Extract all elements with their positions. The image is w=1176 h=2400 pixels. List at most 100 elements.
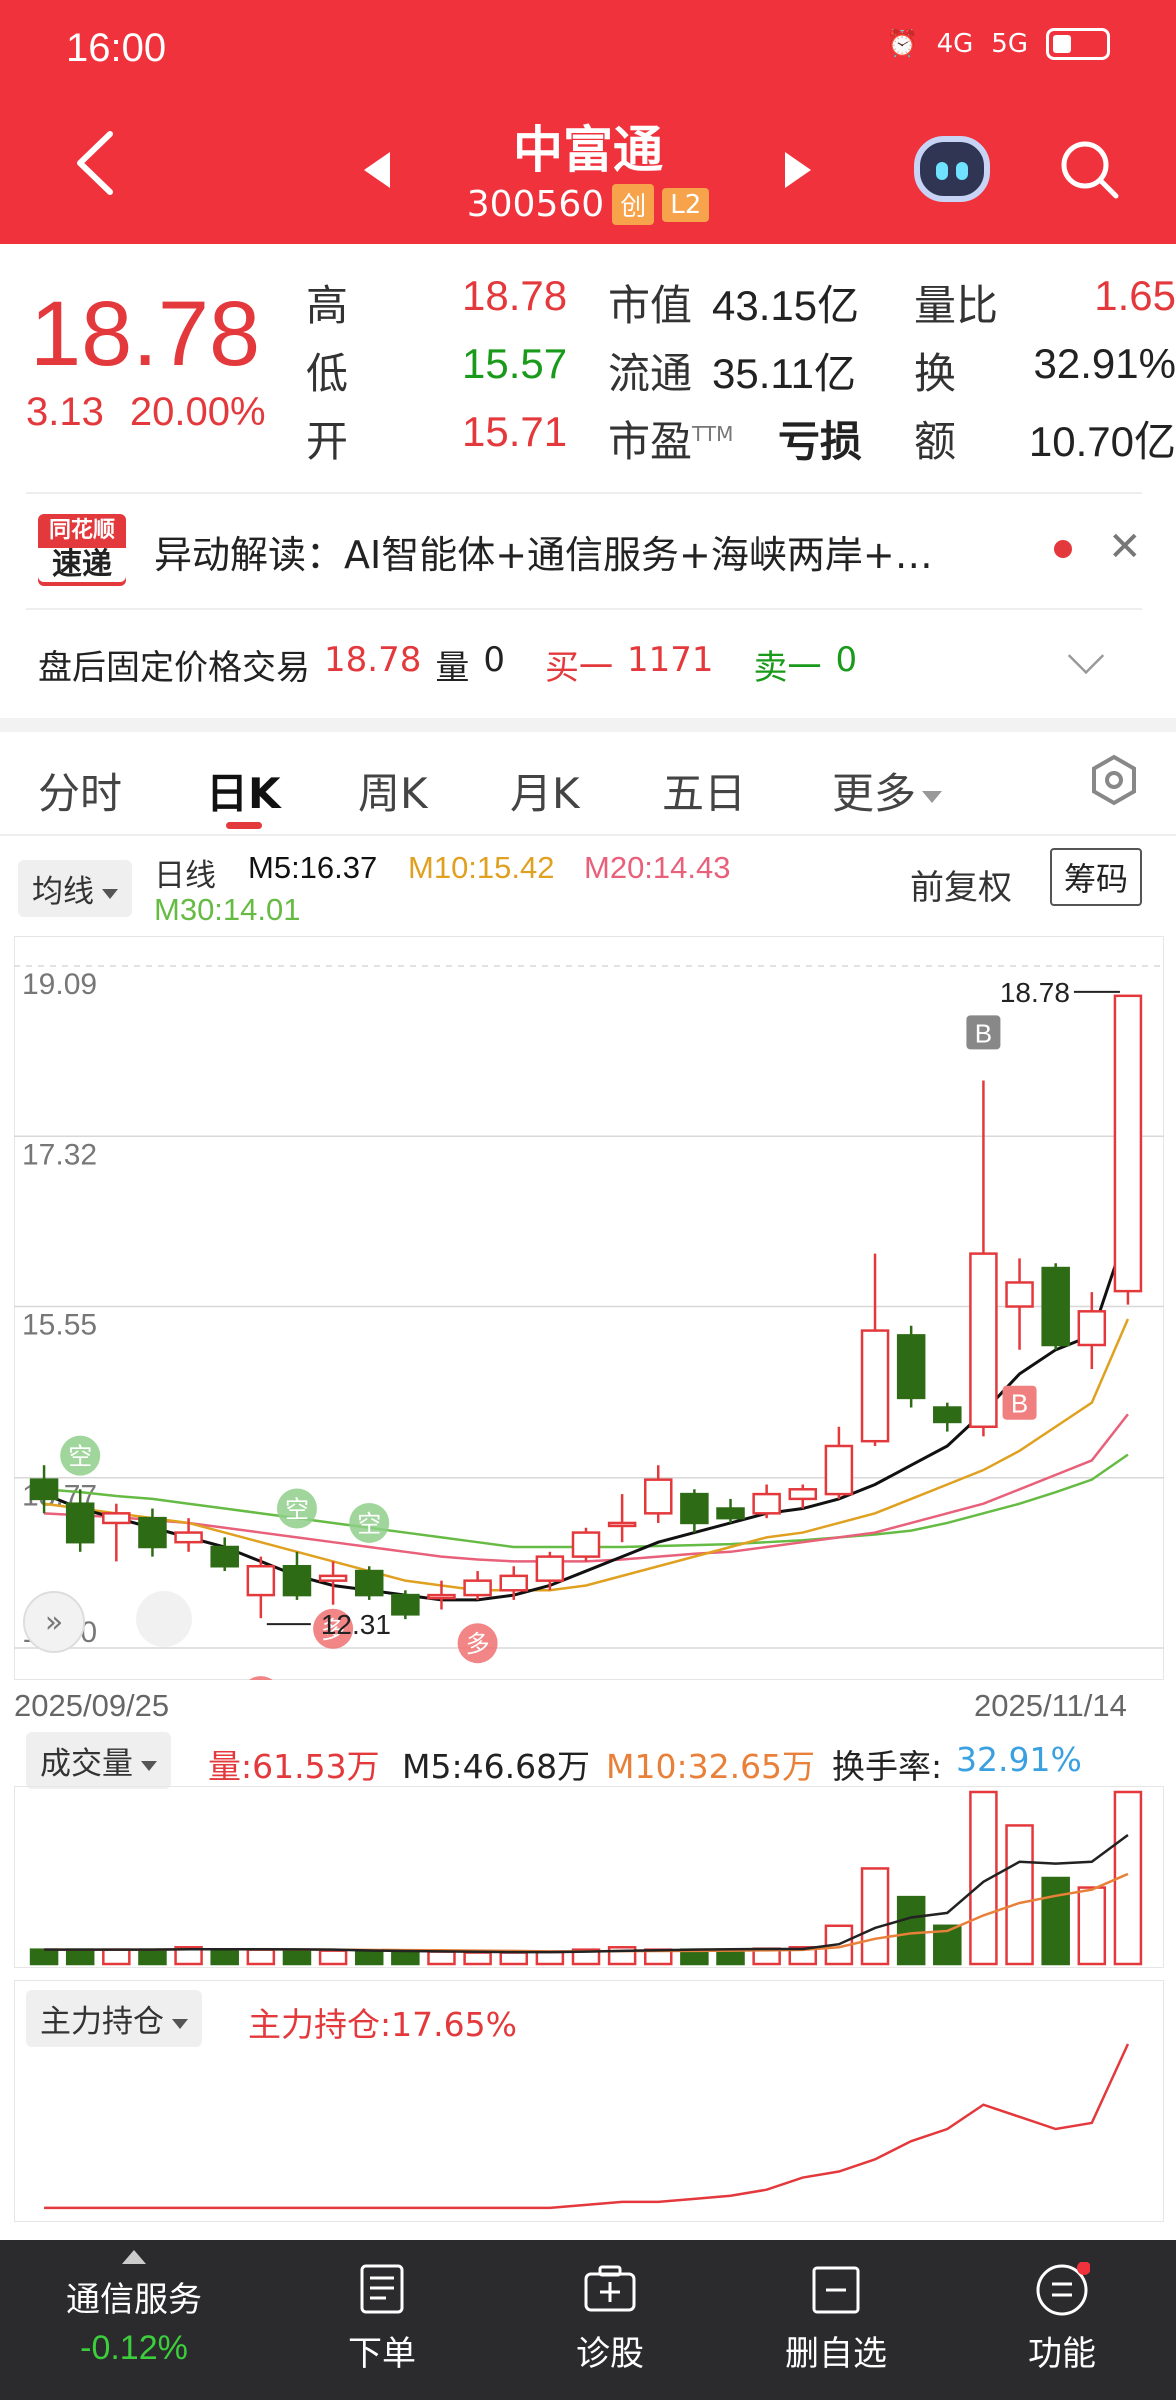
volume-chart[interactable] <box>14 1786 1164 1968</box>
level2-tag[interactable]: L2 <box>662 187 710 222</box>
document-icon <box>360 2264 404 2314</box>
ai-robot-icon[interactable] <box>914 136 990 202</box>
fullscreen-icon <box>136 1591 192 1647</box>
candle-body <box>391 1593 420 1616</box>
signal-5g-icon: 5G <box>991 29 1028 59</box>
turnover-label: 换 <box>914 349 957 398</box>
candlestick-chart[interactable]: 19.0917.3215.5513.7712.00空空空多多多BB18.7812… <box>14 936 1164 1680</box>
quote-float: 流通 35.11亿 <box>608 340 856 401</box>
volume-m5-line <box>44 1833 1129 1954</box>
chevron-down-icon[interactable] <box>1067 637 1105 675</box>
ths-express-logo: 同花顺 速递 <box>38 514 126 586</box>
sell1-value: 0 <box>835 640 858 680</box>
candle-body <box>29 1478 59 1501</box>
tab-monthly-k[interactable]: 月K <box>510 760 580 821</box>
candle-body <box>896 1334 926 1400</box>
tab-daily-k[interactable]: 日K <box>206 760 281 821</box>
candle-body <box>1077 1310 1107 1347</box>
candle-body <box>824 1444 854 1496</box>
menu-circle-icon <box>1036 2262 1090 2316</box>
holdings-value: 主力持仓:17.65% <box>248 2005 517 2044</box>
sector-change: -0.12% <box>80 2329 188 2367</box>
tab-five-day[interactable]: 五日 <box>662 760 746 821</box>
ma-selector[interactable]: 均线 <box>18 860 132 917</box>
ma-selector-label: 均线 <box>32 874 94 909</box>
sell-signal-label: 空 <box>285 1496 309 1524</box>
volume-bar <box>1077 1886 1107 1966</box>
quote-mcap: 市值 43.15亿 <box>608 272 859 333</box>
next-stock-button[interactable] <box>785 152 811 188</box>
stock-code-row: 300560 创 L2 <box>0 184 1176 225</box>
candle-body <box>210 1545 239 1568</box>
alert-row[interactable]: 同花顺 速递 异动解读：AI智能体+通信服务+海峡两岸+… <box>0 494 1176 604</box>
status-time: 16:00 <box>66 26 167 70</box>
candle-body <box>788 1488 818 1501</box>
remove-watchlist-button[interactable]: 删自选 <box>736 2262 936 2375</box>
diagnose-button[interactable]: 诊股 <box>510 2262 710 2375</box>
volume-bar <box>102 1948 131 1966</box>
functions-button[interactable]: 功能 <box>962 2262 1162 2375</box>
vr-value: 1.65 <box>1094 272 1176 319</box>
candle-body <box>680 1492 709 1525</box>
volume-bar <box>1041 1876 1070 1966</box>
adjust-mode[interactable]: 前复权 <box>910 860 1012 909</box>
volume-value: 量:61.53万 <box>208 1747 380 1786</box>
alert-text[interactable]: 异动解读：AI智能体+通信服务+海峡两岸+… <box>154 524 933 579</box>
stock-name: 中富通 <box>513 121 663 179</box>
stock-code: 300560 <box>466 184 605 225</box>
b-signal-label: B <box>1011 1389 1028 1419</box>
last-price: 18.78 <box>30 283 261 385</box>
volume-bar <box>896 1895 926 1966</box>
order-label: 下单 <box>348 2334 416 2374</box>
holdings-selector[interactable]: 主力持仓 <box>26 1990 202 2047</box>
volume-bar <box>860 1867 890 1966</box>
caret-down-icon <box>922 790 943 803</box>
settings-hexagon-icon[interactable] <box>1088 754 1140 806</box>
signal-4g-icon: 4G <box>936 29 974 59</box>
date-end: 2025/11/14 <box>974 1688 1127 1723</box>
sector-button[interactable]: 通信服务 -0.12% <box>34 2250 234 2368</box>
alarm-icon: ⏰ <box>886 29 919 59</box>
after-hours-vol: 0 <box>483 640 505 680</box>
pe-value: 亏损 <box>778 418 863 465</box>
quote-low: 低 15.57 <box>306 340 567 401</box>
candle-body <box>535 1555 565 1582</box>
after-hours-trading[interactable]: 盘后固定价格交易 18.78 量 0 买一 1171 卖一 0 <box>38 640 871 689</box>
volume-bar <box>318 1949 348 1966</box>
volume-bar <box>29 1948 59 1966</box>
order-button[interactable]: 下单 <box>282 2262 482 2375</box>
ma5-value: M5:16.37 <box>248 850 378 885</box>
volume-bar <box>1005 1824 1034 1966</box>
buy-signal-label: 多 <box>466 1630 490 1658</box>
tab-intraday[interactable]: 分时 <box>38 760 122 821</box>
battery-icon <box>1046 28 1110 60</box>
volume-bar <box>246 1948 276 1966</box>
active-tab-indicator <box>226 822 262 829</box>
candle-body <box>463 1579 492 1597</box>
volume-selector[interactable]: 成交量 <box>26 1732 171 1789</box>
candle-body <box>1041 1266 1070 1347</box>
b-signal-label: B <box>975 1018 992 1048</box>
holdings-selector-label: 主力持仓 <box>40 2004 164 2040</box>
turnover-rate-value: 32.91% <box>956 1740 1082 1779</box>
board-tag: 创 <box>612 184 655 225</box>
ma20-value: M20:14.43 <box>584 850 731 885</box>
tab-more[interactable]: 更多 <box>832 760 943 821</box>
candle-body <box>571 1531 601 1558</box>
sector-name: 通信服务 <box>66 2280 202 2320</box>
logo-bottom-text: 速递 <box>38 548 126 582</box>
buy1-label: 买一 <box>544 648 613 688</box>
candle-body <box>499 1574 528 1592</box>
volume-selector-label: 成交量 <box>40 1746 133 1782</box>
mcap-value: 43.15亿 <box>712 282 860 329</box>
y-tick-label: 19.09 <box>22 968 97 1001</box>
chips-button[interactable]: 筹码 <box>1050 848 1143 906</box>
volume-bar <box>138 1948 167 1966</box>
y-tick-label: 17.32 <box>22 1138 97 1171</box>
unread-dot-icon <box>1054 540 1072 558</box>
pe-label: 市盈 <box>608 417 693 466</box>
close-icon[interactable]: ✕ <box>1108 524 1142 570</box>
tab-weekly-k[interactable]: 周K <box>358 760 428 821</box>
amount-label: 额 <box>914 417 957 466</box>
search-icon[interactable] <box>1058 138 1120 200</box>
